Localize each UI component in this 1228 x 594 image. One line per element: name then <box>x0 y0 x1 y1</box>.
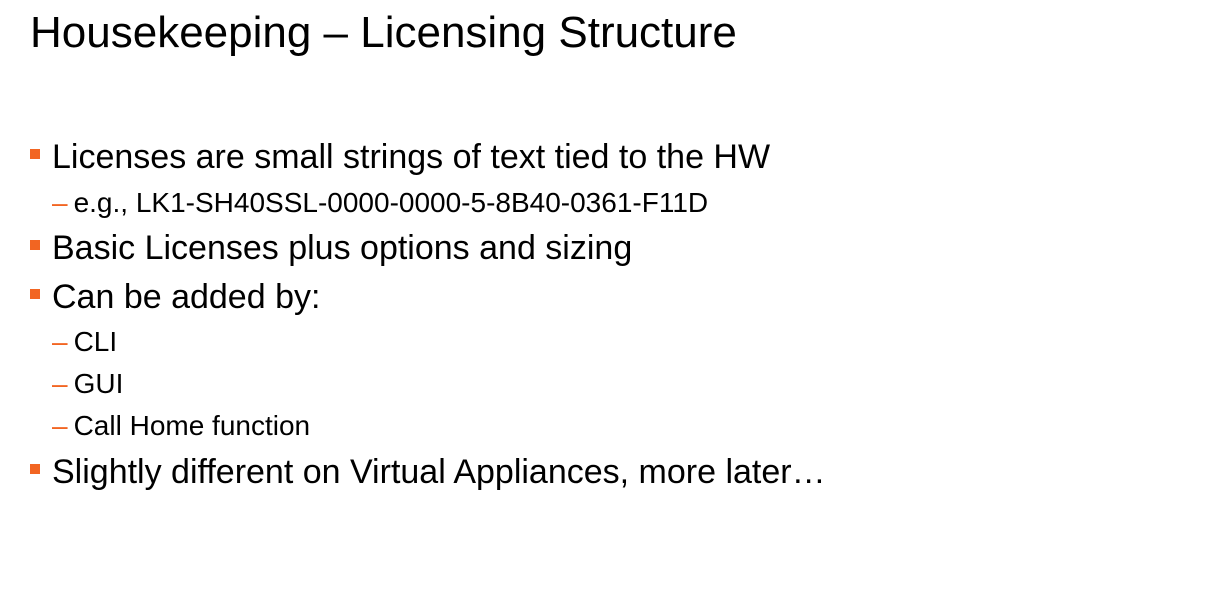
bullet-text: Licenses are small strings of text tied … <box>52 138 771 176</box>
bullet-item: Licenses are small strings of text tied … <box>30 137 770 177</box>
sub-bullet-item: – CLI <box>52 325 117 359</box>
sub-bullet-item: – Call Home function <box>52 409 310 443</box>
bullet-item: Slightly different on Virtual Appliances… <box>30 452 826 492</box>
bullet-list: Licenses are small strings of text tied … <box>0 0 1228 594</box>
bullet-text: Slightly different on Virtual Appliances… <box>52 453 826 491</box>
dash-bullet-icon: – <box>52 187 68 218</box>
square-bullet-icon <box>30 464 40 475</box>
sub-bullet-text: Call Home function <box>73 410 311 441</box>
bullet-item: Basic Licenses plus options and sizing <box>30 228 632 268</box>
square-bullet-icon <box>30 149 40 160</box>
sub-bullet-text: e.g., LK1-SH40SSL-0000-0000-5-8B40-0361-… <box>73 187 709 218</box>
bullet-item: Can be added by: <box>30 277 320 317</box>
square-bullet-icon <box>30 240 40 251</box>
bullet-text: Basic Licenses plus options and sizing <box>52 229 633 267</box>
dash-bullet-icon: – <box>52 368 68 399</box>
bullet-text: Can be added by: <box>52 278 321 316</box>
sub-bullet-item: – GUI <box>52 367 123 401</box>
dash-bullet-icon: – <box>52 326 68 357</box>
dash-bullet-icon: – <box>52 410 68 441</box>
sub-bullet-text: GUI <box>73 368 124 399</box>
slide: Housekeeping – Licensing Structure Licen… <box>0 0 1228 594</box>
square-bullet-icon <box>30 289 40 300</box>
sub-bullet-text: CLI <box>73 326 118 357</box>
sub-bullet-item: – e.g., LK1-SH40SSL-0000-0000-5-8B40-0361… <box>52 186 708 220</box>
